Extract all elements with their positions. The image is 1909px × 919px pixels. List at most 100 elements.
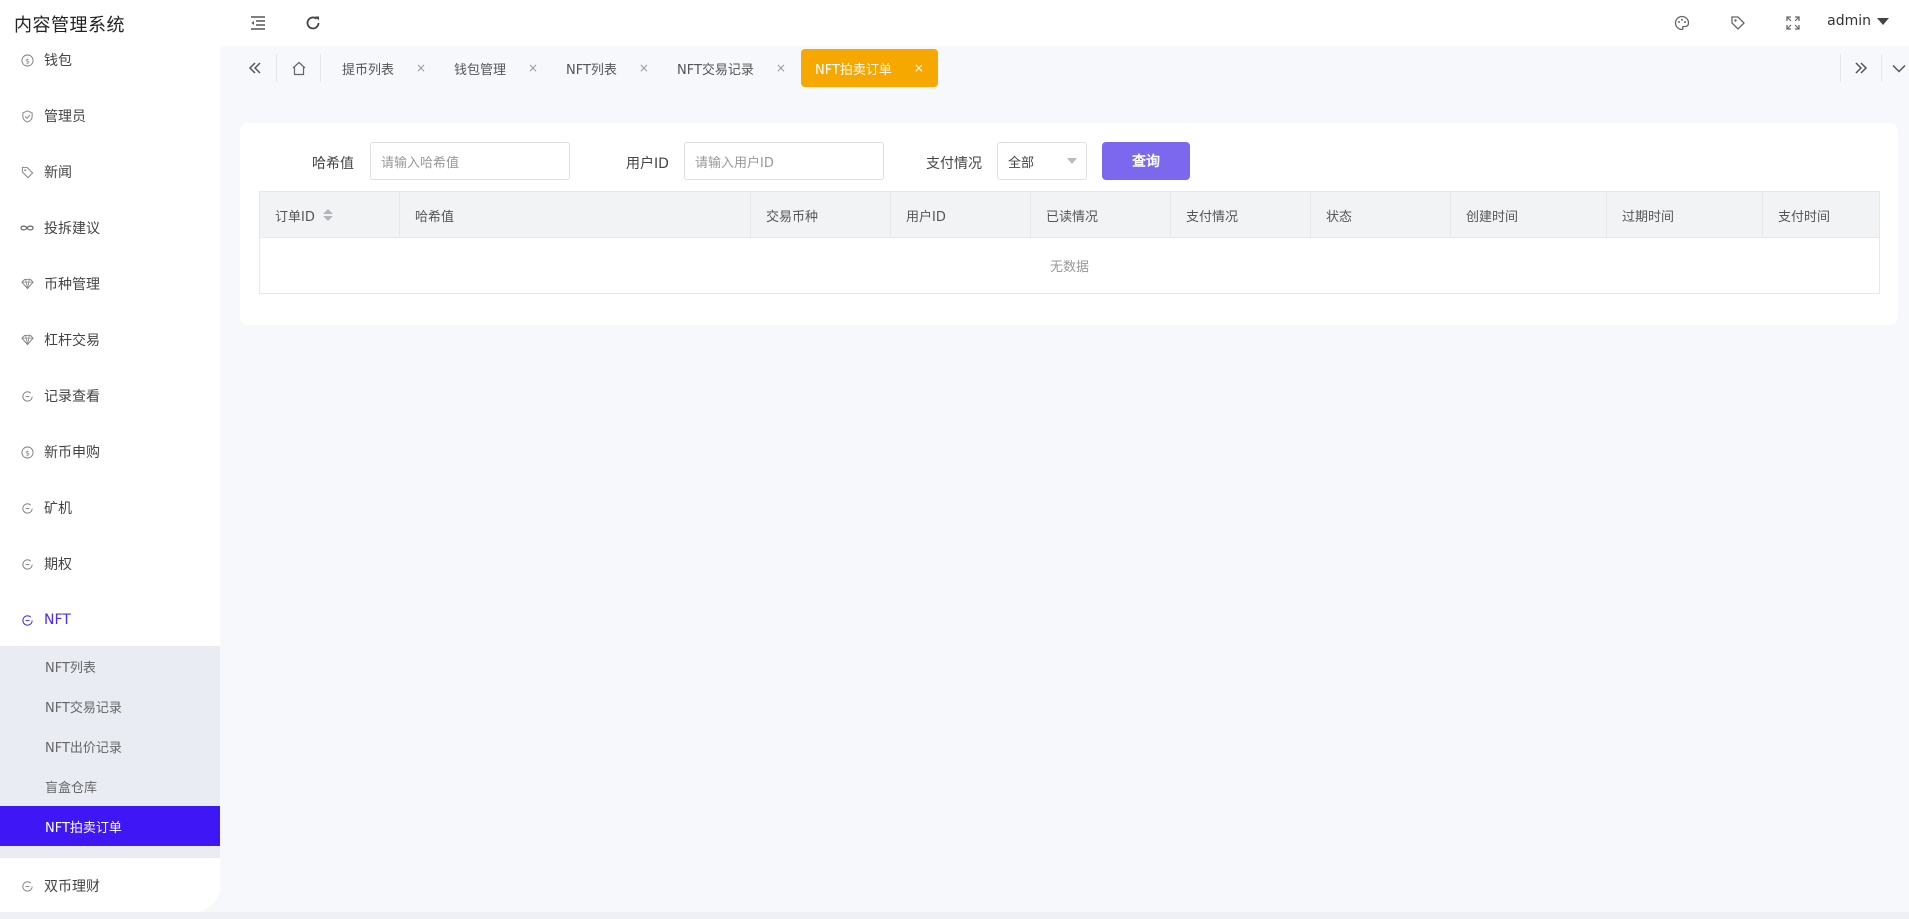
tab-wallet-manage[interactable]: 钱包管理 × xyxy=(440,49,552,87)
table-header: 订单ID 哈希值 交易币种 用户ID 已读情况 支付情况 状态 创建时间 过期时… xyxy=(260,192,1879,238)
tab-divider xyxy=(276,54,277,82)
diamond-icon xyxy=(20,277,34,291)
cycle-icon xyxy=(20,389,34,403)
column-header-currency: 交易币种 xyxy=(751,192,891,238)
sidebar-item-label: 新币申购 xyxy=(44,445,100,461)
close-icon[interactable]: × xyxy=(416,61,426,75)
sidebar-item-news[interactable]: 新闻 xyxy=(0,144,220,200)
column-header-user-id: 用户ID xyxy=(891,192,1031,238)
payment-status-select[interactable]: 全部 xyxy=(997,142,1087,180)
submenu-item-nft-trades[interactable]: NFT交易记录 xyxy=(0,686,220,726)
sidebar-item-records[interactable]: 记录查看 xyxy=(0,368,220,424)
infinity-icon xyxy=(20,221,34,235)
tab-label: NFT交易记录 xyxy=(677,62,754,78)
submenu-item-nft-list[interactable]: NFT列表 xyxy=(0,646,220,686)
sidebar-item-label: 管理员 xyxy=(44,109,86,125)
double-chevron-right-icon[interactable] xyxy=(1844,54,1878,82)
username: admin xyxy=(1827,13,1871,29)
chevron-down-icon[interactable] xyxy=(1882,54,1909,82)
content-card: 哈希值 请输入哈希值 用户ID 请输入用户ID 支付情况 全部 查询 订单ID … xyxy=(240,123,1898,325)
svg-text:$: $ xyxy=(25,56,30,65)
sidebar-item-label: NFT xyxy=(44,612,71,628)
column-header-status: 状态 xyxy=(1311,192,1451,238)
column-header-order-id[interactable]: 订单ID xyxy=(260,192,400,238)
diamond-icon xyxy=(20,333,34,347)
query-button[interactable]: 查询 xyxy=(1102,142,1190,180)
user-menu[interactable]: admin xyxy=(1827,13,1889,29)
hash-input[interactable]: 请输入哈希值 xyxy=(370,142,570,180)
user-id-placeholder: 请输入用户ID xyxy=(695,155,774,171)
tab-label: 提币列表 xyxy=(342,62,395,78)
tag-icon[interactable] xyxy=(1728,13,1748,33)
sidebar-item-coins[interactable]: 币种管理 xyxy=(0,256,220,312)
dollar-icon: $ xyxy=(20,445,34,459)
chevron-down-icon xyxy=(1067,158,1077,164)
tab-divider xyxy=(320,54,321,82)
cycle-icon xyxy=(20,557,34,571)
home-icon[interactable] xyxy=(282,54,316,82)
cycle-icon xyxy=(20,613,34,627)
tab-withdraw-list[interactable]: 提币列表 × xyxy=(328,49,440,87)
column-header-payment-status: 支付情况 xyxy=(1171,192,1311,238)
user-id-label: 用户ID xyxy=(626,156,669,172)
top-header: 内容管理系统 admin xyxy=(0,0,1909,46)
sort-icon[interactable] xyxy=(322,209,333,221)
column-label: 订单ID xyxy=(275,209,315,225)
close-icon[interactable]: × xyxy=(776,61,786,75)
dollar-icon: $ xyxy=(20,53,34,67)
sidebar-item-label: 投拆建议 xyxy=(44,221,100,237)
hash-placeholder: 请输入哈希值 xyxy=(381,155,460,171)
sidebar-item-label: 矿机 xyxy=(44,501,72,517)
sidebar-item-miner[interactable]: 矿机 xyxy=(0,480,220,536)
user-id-input[interactable]: 请输入用户ID xyxy=(684,142,884,180)
tab-nft-auction[interactable]: NFT拍卖订单 × xyxy=(801,49,938,87)
sidebar-item-admins[interactable]: 管理员 xyxy=(0,88,220,144)
nft-submenu: NFT列表 NFT交易记录 NFT出价记录 盲盒仓库 NFT拍卖订单 xyxy=(0,646,220,858)
tab-label: 钱包管理 xyxy=(454,62,507,78)
sidebar-item-options[interactable]: 期权 xyxy=(0,536,220,592)
payment-status-value: 全部 xyxy=(1008,155,1035,171)
sidebar-item-leverage[interactable]: 杠杆交易 xyxy=(0,312,220,368)
submenu-item-blind-box[interactable]: 盲盒仓库 xyxy=(0,766,220,806)
submenu-item-nft-auction[interactable]: NFT拍卖订单 xyxy=(0,806,220,846)
close-icon[interactable]: × xyxy=(914,61,924,75)
sidebar-item-label: 双币理财 xyxy=(44,879,100,895)
sidebar-item-label: 记录查看 xyxy=(44,389,100,405)
tab-divider xyxy=(1840,54,1841,82)
column-header-paid-at: 支付时间 xyxy=(1778,209,1831,225)
submenu-item-nft-bids[interactable]: NFT出价记录 xyxy=(0,726,220,766)
sidebar-item-label: 币种管理 xyxy=(44,277,100,293)
tab-bar: 提币列表 × 钱包管理 × NFT列表 × NFT交易记录 × NFT拍卖订单 … xyxy=(236,46,1909,90)
sidebar-item-label: 期权 xyxy=(44,557,72,573)
sidebar-item-wallet[interactable]: $ 钱包 xyxy=(0,46,220,88)
close-icon[interactable]: × xyxy=(528,61,538,75)
tab-nft-list[interactable]: NFT列表 × xyxy=(552,49,663,87)
tab-label: NFT列表 xyxy=(566,62,617,78)
sidebar-item-suggestions[interactable]: 投拆建议 xyxy=(0,200,220,256)
bottom-strip xyxy=(0,912,1909,919)
sidebar-item-label: 新闻 xyxy=(44,165,72,181)
orders-table: 订单ID 哈希值 交易币种 用户ID 已读情况 支付情况 状态 创建时间 过期时… xyxy=(259,191,1880,294)
svg-text:$: $ xyxy=(25,448,30,457)
sidebar-item-nft[interactable]: NFT xyxy=(0,592,220,648)
column-header-expires-at: 过期时间 xyxy=(1607,192,1763,238)
sidebar-item-new-coin[interactable]: $ 新币申购 xyxy=(0,424,220,480)
tag-icon xyxy=(20,165,34,179)
close-icon[interactable]: × xyxy=(639,61,649,75)
sidebar-item-dual-coin[interactable]: 双币理财 xyxy=(0,858,220,912)
sidebar-item-label: 杠杆交易 xyxy=(44,333,100,349)
refresh-icon[interactable] xyxy=(303,13,323,33)
cycle-icon xyxy=(20,879,34,893)
fullscreen-icon[interactable] xyxy=(1783,13,1803,33)
double-chevron-left-icon[interactable] xyxy=(238,54,272,82)
app-title: 内容管理系统 xyxy=(14,15,125,36)
empty-state: 无数据 xyxy=(1049,260,1089,275)
payment-status-label: 支付情况 xyxy=(926,156,982,172)
palette-icon[interactable] xyxy=(1672,13,1692,33)
column-header-hash: 哈希值 xyxy=(400,192,751,238)
shield-icon xyxy=(20,109,34,123)
tab-nft-trades[interactable]: NFT交易记录 × xyxy=(663,49,800,87)
cycle-icon xyxy=(20,501,34,515)
menu-fold-icon[interactable] xyxy=(248,13,268,33)
tab-label: NFT拍卖订单 xyxy=(815,62,892,78)
